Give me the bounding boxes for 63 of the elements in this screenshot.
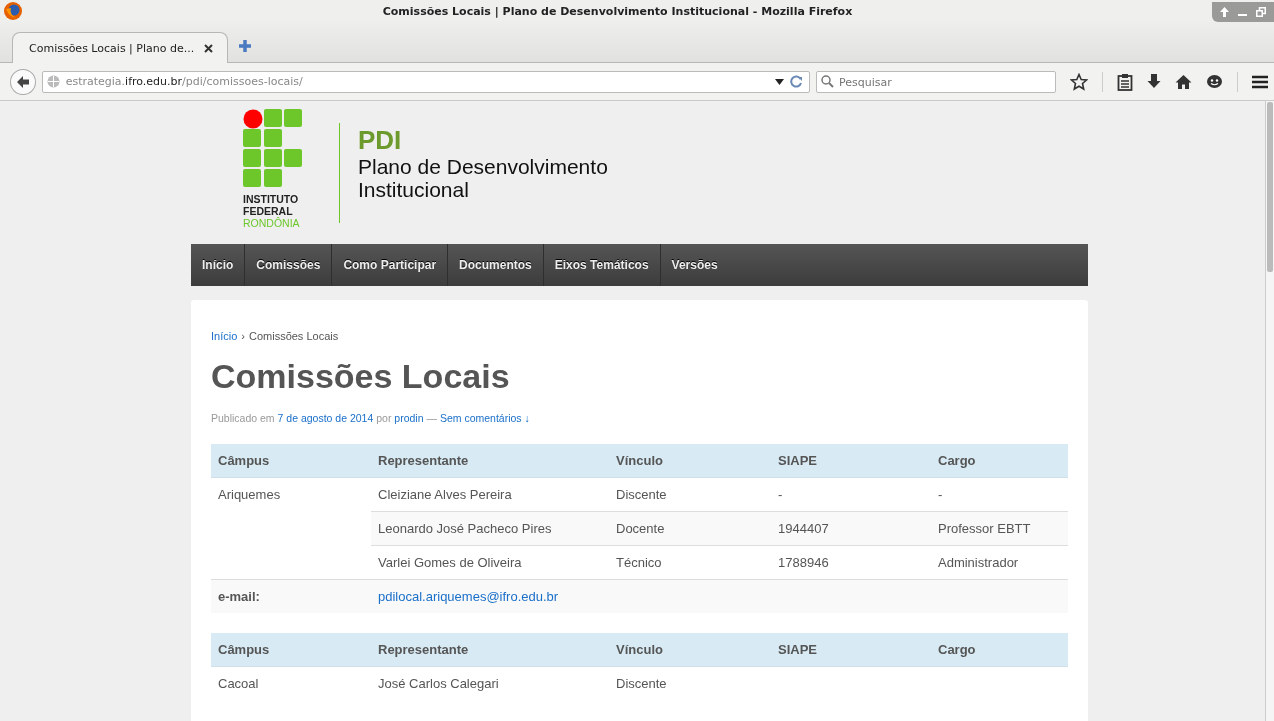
home-icon[interactable]	[1175, 73, 1192, 90]
breadcrumb-current: Comissões Locais	[248, 330, 339, 342]
menu-item[interactable]: Versões	[660, 244, 729, 286]
globe-icon	[46, 75, 60, 88]
table-cell: Professor EBTT	[931, 511, 1068, 546]
scrollbar[interactable]	[1265, 101, 1274, 721]
column-header: Representante	[371, 444, 609, 478]
site-subtitle: Plano de Desenvolvimento	[358, 155, 608, 178]
menu-item[interactable]: Documentos	[448, 244, 544, 286]
table-cell: 1944407	[771, 511, 931, 546]
search-field[interactable]: Pesquisar	[816, 71, 1056, 93]
logo-text: FEDERAL	[243, 205, 294, 217]
column-header: Vínculo	[609, 444, 771, 478]
menu-item[interactable]: Comissões	[245, 244, 333, 286]
institute-logo-icon	[243, 109, 303, 189]
browser-logo-icon	[3, 1, 23, 21]
close-icon[interactable]	[204, 43, 214, 53]
site-subtitle: Institucional	[358, 178, 470, 201]
chat-bubble-icon[interactable]	[1206, 73, 1223, 90]
logo-text: INSTITUTO	[243, 193, 300, 205]
dropdown-caret-icon[interactable]	[775, 78, 784, 85]
new-tab-icon[interactable]	[238, 39, 253, 53]
table-cell: Discente	[609, 666, 771, 700]
table-cell: Cacoal	[211, 666, 371, 700]
table-cell: Leonardo José Pacheco Pires	[371, 511, 609, 546]
comments-link[interactable]: Sem comentários ↓	[439, 412, 530, 424]
column-header: SIAPE	[771, 444, 931, 478]
restore-icon[interactable]	[1256, 7, 1266, 17]
logo-text: RONDÔNIA	[243, 217, 301, 229]
search-icon	[821, 74, 834, 88]
column-header: Cargo	[931, 444, 1068, 478]
download-icon[interactable]	[1147, 73, 1161, 90]
column-header: Câmpus	[211, 633, 371, 667]
date-link[interactable]: 7 de agosto de 2014	[277, 412, 374, 424]
reload-icon[interactable]	[790, 75, 803, 88]
url-text: estrategia.ifro.edu.br/pdi/comissoes-locais/	[65, 75, 303, 88]
table-cell: Docente	[609, 511, 771, 546]
clipboard-icon[interactable]	[1117, 72, 1133, 91]
up-arrow-icon[interactable]	[1220, 7, 1229, 17]
post-meta: Publicado em 7 de agosto de 2014 por prodin — Sem comentários ↓	[211, 412, 531, 424]
author-link[interactable]: prodin	[394, 412, 424, 424]
column-header: Cargo	[931, 633, 1068, 667]
email-link[interactable]: pdilocal.ariquemes@ifro.edu.br	[378, 589, 559, 604]
column-header: SIAPE	[771, 633, 931, 667]
address-bar[interactable]: estrategia.ifro.edu.br/pdi/comissoes-locais/	[41, 70, 810, 93]
email-label: e-mail:	[211, 579, 371, 613]
column-header: Vínculo	[609, 633, 771, 667]
page-title: Comissões Locais	[211, 356, 511, 396]
back-button[interactable]	[10, 68, 36, 95]
breadcrumb-separator: ›	[241, 330, 245, 342]
table-cell: José Carlos Calegari	[371, 666, 609, 700]
menu-item[interactable]: Início	[191, 244, 246, 286]
browser-tab[interactable]: Comissões Locais | Plano de...	[12, 32, 229, 63]
table-cell: Ariquemes	[211, 477, 371, 512]
window-title: Comissões Locais | Plano de Desenvolvimento Institucional - Mozilla Firefox	[381, 4, 854, 18]
star-icon[interactable]	[1070, 72, 1088, 91]
breadcrumb-link[interactable]: Início	[211, 330, 238, 342]
menu-item[interactable]: Eixos Temáticos	[543, 244, 661, 286]
back-arrow-icon	[15, 74, 30, 89]
column-header: Câmpus	[211, 444, 371, 478]
menu-icon[interactable]	[1252, 74, 1268, 89]
menu-item[interactable]: Como Participar	[332, 244, 449, 286]
column-header: Representante	[371, 633, 609, 667]
